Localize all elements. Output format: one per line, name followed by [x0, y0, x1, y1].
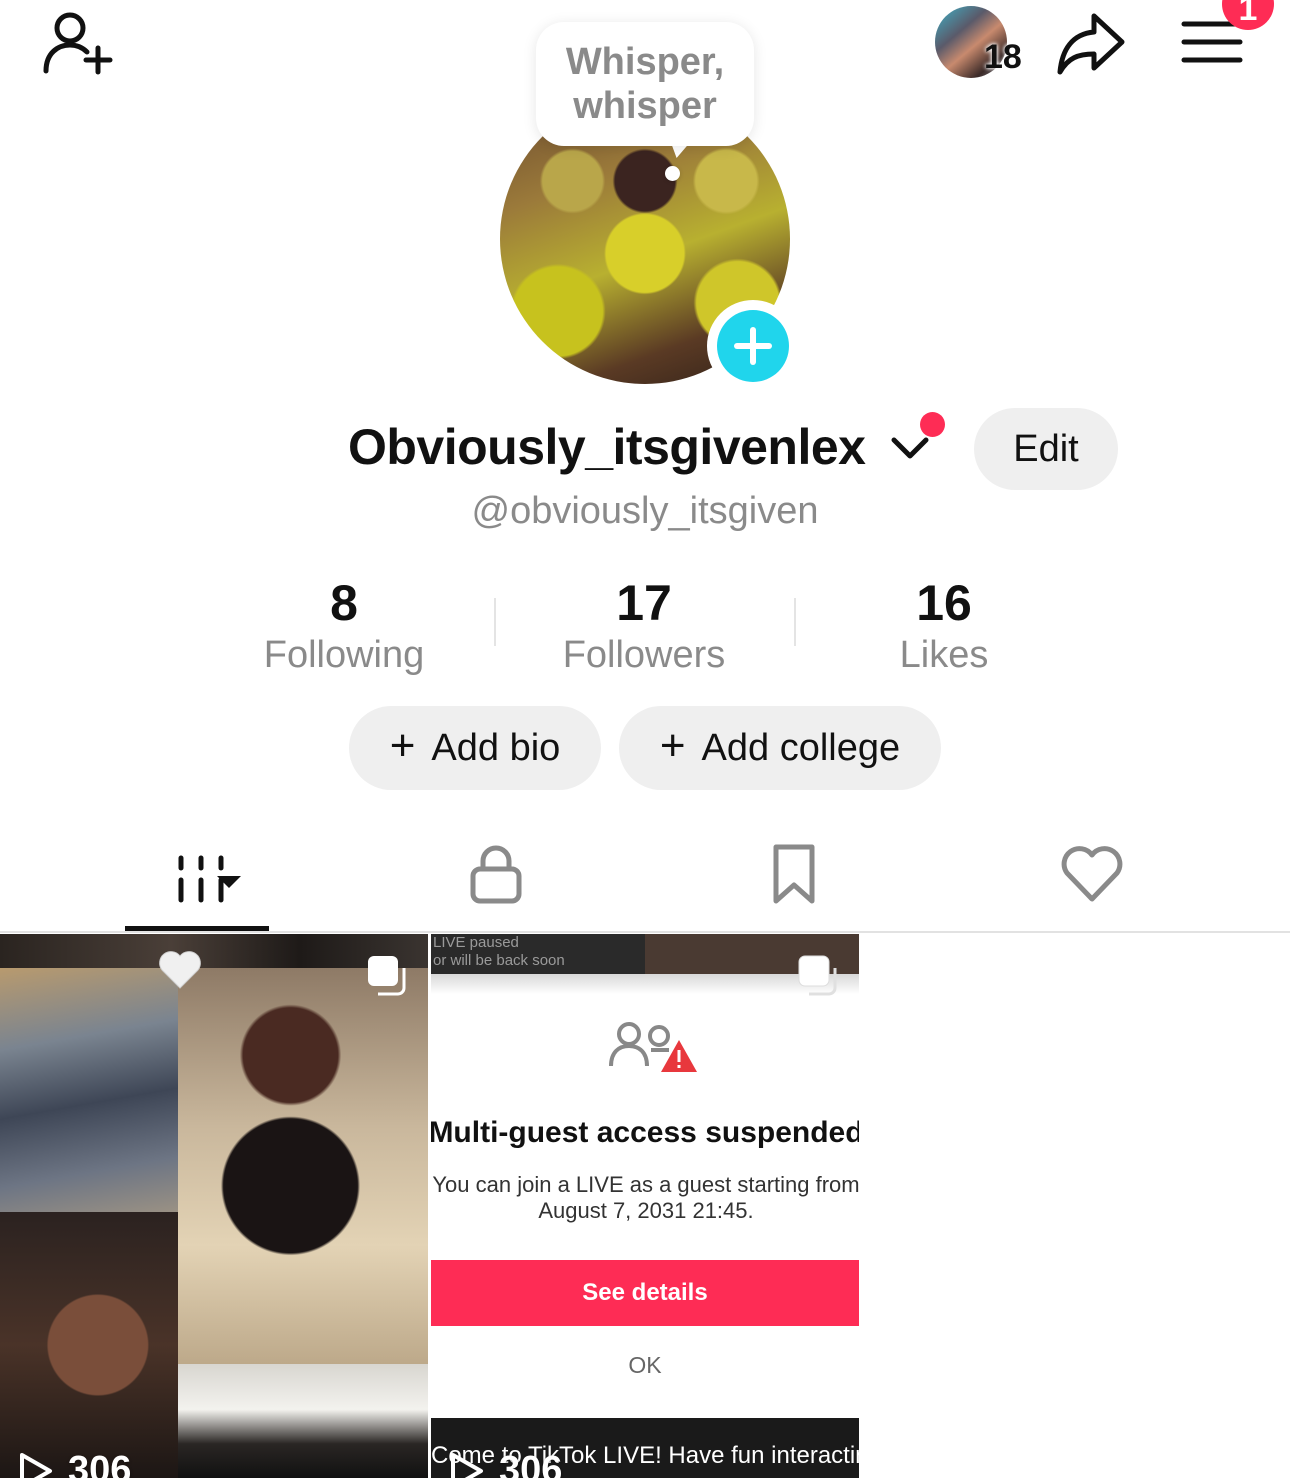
- edit-profile-button[interactable]: Edit: [974, 408, 1118, 490]
- note-text: Whisper, whisper: [565, 41, 725, 127]
- see-details-button: See details: [431, 1260, 859, 1326]
- thumbnail-photo: [178, 968, 428, 1364]
- following-count: 8: [330, 575, 358, 631]
- view-count: 306: [449, 1449, 562, 1478]
- lock-icon: [470, 845, 522, 904]
- plus-icon: +: [389, 721, 416, 770]
- story-count: 18: [984, 38, 1022, 76]
- username-handle: @obviously_itsgiven: [471, 490, 819, 532]
- dialog-title: Multi-guest access suspended: [431, 1116, 859, 1149]
- live-paused-text: LIVE paused or will be back soon: [433, 934, 565, 969]
- empty-grid-slot: [862, 934, 1290, 1478]
- followers-label: Followers: [562, 634, 726, 676]
- plus-icon: [717, 310, 789, 382]
- add-story-button[interactable]: [707, 300, 799, 392]
- grid-icon: [178, 855, 241, 903]
- following-label: Following: [263, 634, 425, 676]
- tab-saved[interactable]: [744, 836, 844, 912]
- add-bio-label: Add bio: [431, 726, 561, 769]
- likes-label: Likes: [899, 634, 989, 676]
- view-count-value: 306: [68, 1449, 132, 1478]
- plus-icon: +: [659, 721, 686, 770]
- add-bio-button[interactable]: + Add bio: [349, 706, 601, 790]
- followers-count: 17: [616, 575, 672, 631]
- tab-private[interactable]: [446, 836, 546, 912]
- tab-liked[interactable]: [1042, 836, 1142, 912]
- thumbnail-photo: [0, 968, 178, 1212]
- dialog-message: You can join a LIVE as a guest starting …: [432, 1172, 859, 1223]
- multi-photo-icon: [368, 956, 406, 996]
- video-thumbnail[interactable]: LIVE paused or will be back soon Multi-g…: [431, 934, 859, 1478]
- stat-likes[interactable]: 16 Likes: [794, 574, 1094, 678]
- likes-count: 16: [916, 575, 972, 631]
- multi-photo-icon: [798, 955, 837, 996]
- add-college-label: Add college: [701, 726, 901, 769]
- display-name[interactable]: Obviously_itsgivenlex: [348, 418, 866, 476]
- tabs-divider: [0, 931, 1290, 933]
- add-college-button[interactable]: + Add college: [619, 706, 941, 790]
- share-icon[interactable]: [1054, 10, 1128, 78]
- ok-button: OK: [628, 1352, 662, 1378]
- video-thumbnail[interactable]: 306: [0, 934, 428, 1478]
- account-alert-dot: [920, 412, 945, 437]
- play-icon: [20, 1452, 52, 1478]
- note-bubble[interactable]: Whisper, whisper: [536, 22, 754, 146]
- thumbnail-photo: [0, 1212, 178, 1478]
- note-dot: [665, 166, 680, 181]
- stat-following[interactable]: 8 Following: [194, 574, 494, 678]
- tab-videos[interactable]: [125, 836, 269, 912]
- heart-icon: [159, 951, 201, 989]
- thumbnail-photo: [178, 1364, 428, 1478]
- view-count: 306: [18, 1449, 131, 1478]
- chevron-down-icon[interactable]: [890, 432, 930, 466]
- bookmark-icon: [773, 844, 815, 904]
- heart-icon: [1061, 846, 1123, 902]
- guest-warning-icon: [609, 1022, 697, 1072]
- view-count-value: 306: [499, 1449, 563, 1478]
- stat-followers[interactable]: 17 Followers: [494, 574, 794, 678]
- add-friend-icon[interactable]: [40, 8, 116, 78]
- play-icon: [451, 1452, 483, 1478]
